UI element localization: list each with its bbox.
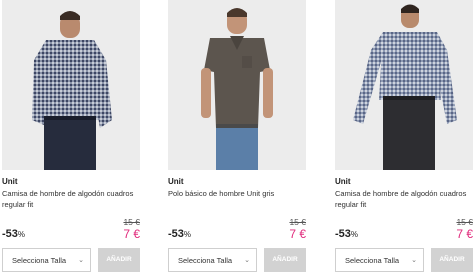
size-select-label: Selecciona Talla [345,256,400,265]
man-in-checked-shirt-image [335,0,473,170]
man-in-gray-polo-image [168,0,306,170]
man-in-checked-shirt-image [2,0,140,170]
product-image[interactable] [2,0,140,170]
sale-price: 7 € [456,227,473,241]
sale-price: 7 € [123,227,140,241]
discount-percent-sign: % [183,230,192,239]
size-select[interactable]: Selecciona Talla ⌄ [335,248,424,272]
original-price: 15 € [456,217,473,227]
product-name[interactable]: Polo básico de hombre Unit gris [168,188,306,199]
product-brand: Unit [2,177,18,186]
product-image[interactable] [168,0,306,170]
discount-badge: -53% [168,228,191,240]
add-to-cart-button[interactable]: AÑADIR [264,248,306,272]
chevron-down-icon: ⌄ [78,257,84,264]
product-card: Unit Polo básico de hombre Unit gris 15 … [168,0,308,275]
size-select[interactable]: Selecciona Talla ⌄ [168,248,257,272]
sale-price: 7 € [289,227,306,241]
original-price: 15 € [289,217,306,227]
product-image[interactable] [335,0,473,170]
discount-percent-sign: % [350,230,359,239]
discount-value: -53 [168,228,184,240]
chevron-down-icon: ⌄ [411,257,417,264]
original-price: 15 € [123,217,140,227]
size-select[interactable]: Selecciona Talla ⌄ [2,248,91,272]
product-name[interactable]: Camisa de hombre de algodón cuadros regu… [2,188,140,210]
size-select-label: Selecciona Talla [12,256,67,265]
product-card: Unit Camisa de hombre de algodón cuadros… [335,0,475,275]
product-brand: Unit [168,177,184,186]
discount-value: -53 [335,228,351,240]
product-card: Unit Camisa de hombre de algodón cuadros… [2,0,142,275]
chevron-down-icon: ⌄ [244,257,250,264]
discount-badge: -53% [335,228,358,240]
product-brand: Unit [335,177,351,186]
add-to-cart-button[interactable]: AÑADIR [431,248,473,272]
add-to-cart-button[interactable]: AÑADIR [98,248,140,272]
product-name[interactable]: Camisa de hombre de algodón cuadros regu… [335,188,473,210]
discount-value: -53 [2,228,18,240]
discount-percent-sign: % [17,230,26,239]
size-select-label: Selecciona Talla [178,256,233,265]
discount-badge: -53% [2,228,25,240]
